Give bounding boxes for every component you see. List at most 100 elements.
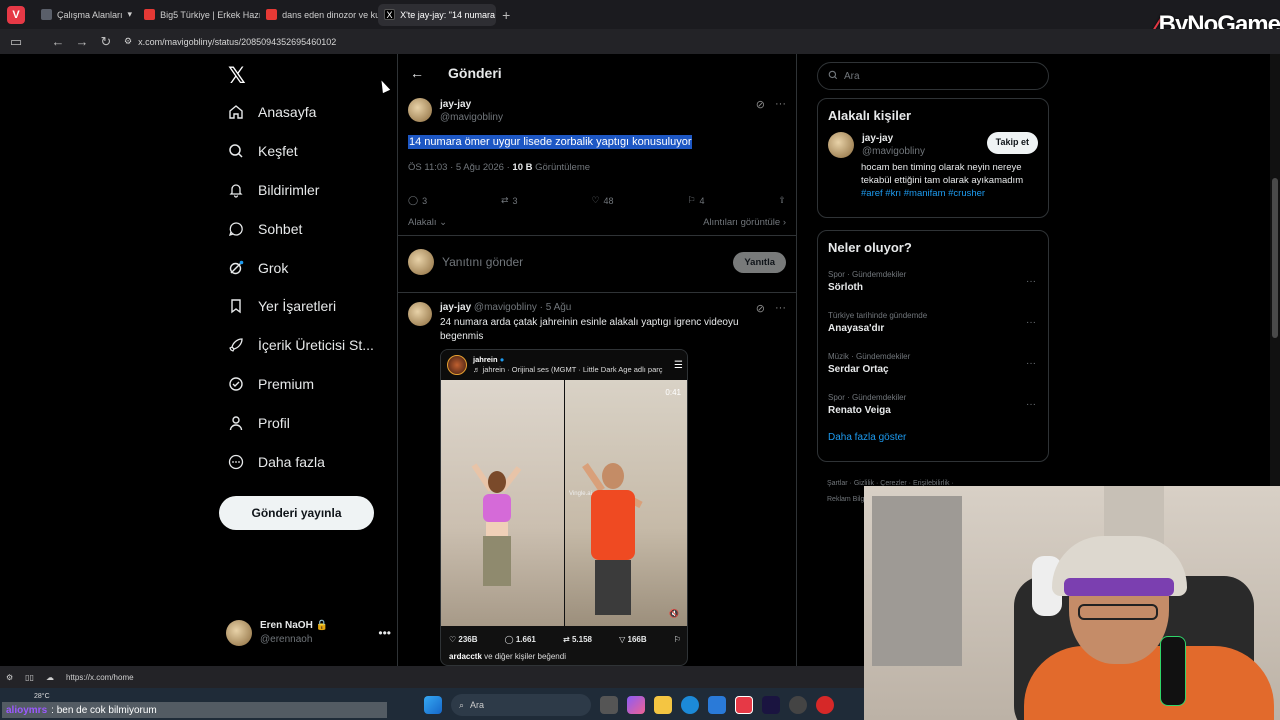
show-more-link[interactable]: Daha fazla göster bbox=[818, 428, 1048, 453]
sidebar-item-chat[interactable]: Sohbet bbox=[228, 221, 302, 237]
sidebar-item-creator-studio[interactable]: İçerik Üreticisi St... bbox=[228, 337, 374, 353]
author-handle[interactable]: @mavigobliny bbox=[440, 111, 503, 124]
video-comment-stat[interactable]: ◯ 1.661 bbox=[505, 635, 536, 644]
reply-submit-button[interactable]: Yanıtla bbox=[733, 251, 786, 273]
chat-icon bbox=[228, 221, 244, 237]
scrollbar-thumb[interactable] bbox=[1272, 178, 1278, 338]
tab-workspaces[interactable]: Çalışma Alanları ▾ bbox=[35, 4, 138, 26]
tab-x-post[interactable]: X X'te jay-jay: "14 numara ör bbox=[378, 3, 497, 26]
reply-button[interactable]: ◯ 3 bbox=[408, 195, 427, 206]
back-arrow-icon[interactable]: ← bbox=[410, 65, 424, 81]
sort-relevant-dropdown[interactable]: Alakalı ⌄ bbox=[408, 217, 447, 228]
reply-input[interactable]: Yanıtını gönder bbox=[442, 255, 523, 269]
copilot-icon[interactable] bbox=[627, 696, 645, 714]
url-field[interactable]: ⚙ x.com/mavigobliny/status/2085094352695… bbox=[124, 36, 336, 47]
cloud-icon[interactable]: ☁ bbox=[46, 673, 54, 682]
app-icon[interactable] bbox=[816, 696, 834, 714]
taskbar-search[interactable]: ⌕ Ara bbox=[451, 694, 591, 716]
tweet-date[interactable]: · 5 Ağu bbox=[540, 302, 572, 313]
view-quotes-link[interactable]: Alıntıları görüntüle › bbox=[703, 217, 786, 228]
sidebar-item-home[interactable]: Anasayfa bbox=[228, 104, 316, 120]
task-view-icon[interactable] bbox=[600, 696, 618, 714]
author-name[interactable]: jay-jay bbox=[440, 302, 471, 313]
menu-icon[interactable]: ☰ bbox=[674, 360, 683, 371]
store-icon[interactable] bbox=[708, 696, 726, 714]
video-liked-by: ardacctk ve diğer kişiler beğendi bbox=[449, 652, 566, 661]
sidebar-item-grok[interactable]: Grok bbox=[228, 260, 288, 276]
obs-icon[interactable] bbox=[789, 696, 807, 714]
related-person[interactable]: jay-jay @mavigobliny Takip et bbox=[818, 132, 1048, 158]
sidebar-item-more[interactable]: Daha fazla bbox=[228, 454, 325, 470]
main-column: ← Gönderi jay-jay @mavigobliny ⊘ ··· 14 … bbox=[397, 54, 797, 666]
edge-icon[interactable] bbox=[681, 696, 699, 714]
forward-icon[interactable]: → bbox=[70, 34, 94, 49]
like-button[interactable]: ♡ 48 bbox=[591, 195, 613, 206]
search-input[interactable]: Ara bbox=[817, 62, 1049, 90]
avatar[interactable] bbox=[408, 302, 432, 326]
premiere-icon[interactable] bbox=[762, 696, 780, 714]
vivaldi-icon[interactable] bbox=[735, 696, 753, 714]
share-button[interactable]: ⇪ bbox=[778, 195, 786, 206]
tweet-timestamp[interactable]: ÖS 11:03 · 5 Ağu 2026 · bbox=[408, 162, 512, 173]
video-share-stat[interactable]: ▽ 166B bbox=[619, 635, 647, 644]
follow-button[interactable]: Takip et bbox=[986, 132, 1038, 154]
trend-item[interactable]: Spor · Gündemdekiler Sörloth ··· bbox=[818, 264, 1048, 305]
file-explorer-icon[interactable] bbox=[654, 696, 672, 714]
mute-icon[interactable]: 🔇 bbox=[669, 609, 679, 618]
embedded-video-card[interactable]: jahrein ● ♬ jahrein · Orijinal ses (MGMT… bbox=[440, 349, 688, 666]
repost-count: 3 bbox=[512, 195, 518, 206]
more-horizontal-icon[interactable]: ··· bbox=[1026, 358, 1036, 369]
quotes-label: Alıntıları görüntüle bbox=[703, 217, 781, 228]
sidebar-item-premium[interactable]: Premium bbox=[228, 376, 314, 392]
sidebar-item-profile[interactable]: Profil bbox=[228, 415, 290, 431]
new-tab-button[interactable]: + bbox=[502, 7, 510, 23]
related-person-names: jay-jay @mavigobliny bbox=[862, 132, 925, 158]
like-count: 48 bbox=[603, 195, 614, 206]
weather-widget[interactable]: 28°C bbox=[34, 693, 50, 700]
chevron-down-icon: ▾ bbox=[127, 9, 133, 19]
post-button[interactable]: Gönderi yayınla bbox=[219, 496, 374, 530]
author-handle[interactable]: @mavigobliny bbox=[474, 302, 537, 313]
bookmark-button[interactable]: ⚐ 4 bbox=[687, 195, 704, 206]
settings-icon[interactable]: ⚙ bbox=[6, 673, 13, 682]
back-icon[interactable]: ← bbox=[46, 34, 70, 49]
more-horizontal-icon[interactable]: ··· bbox=[1026, 317, 1036, 328]
panel-icon[interactable]: ▯▯ bbox=[25, 673, 34, 682]
x-logo-icon[interactable]: 𝕏 bbox=[228, 64, 246, 89]
rocket-icon bbox=[228, 337, 244, 353]
bookmark-icon bbox=[228, 298, 244, 314]
more-horizontal-icon[interactable]: ··· bbox=[775, 302, 786, 326]
site-info-icon[interactable]: ⚙ bbox=[124, 36, 132, 47]
bookmark-icon[interactable]: ⚐ bbox=[674, 635, 681, 644]
more-horizontal-icon[interactable]: ··· bbox=[775, 98, 786, 124]
avatar bbox=[828, 132, 854, 158]
more-horizontal-icon[interactable]: ··· bbox=[1026, 399, 1036, 410]
reload-icon[interactable]: ↻ bbox=[94, 34, 118, 50]
panel-toggle-icon[interactable]: ▭ bbox=[4, 34, 28, 50]
sidebar-item-notifications[interactable]: Bildirimler bbox=[228, 182, 319, 198]
trend-item[interactable]: Türkiye tarihinde gündemde Anayasa'dır ·… bbox=[818, 305, 1048, 346]
bio-hashtags[interactable]: #aref #krı #manifam #crusher bbox=[861, 187, 1038, 200]
more-horizontal-icon[interactable]: ••• bbox=[378, 626, 391, 640]
repost-button[interactable]: ⇄ 3 bbox=[501, 195, 518, 206]
video-repost-stat[interactable]: ⇄ 5.158 bbox=[563, 635, 592, 644]
sidebar-item-bookmarks[interactable]: Yer İşaretleri bbox=[228, 298, 336, 314]
tab-big5[interactable]: Big5 Türkiye | Erkek Hazırlık bbox=[138, 4, 260, 26]
windows-start-icon[interactable] bbox=[424, 696, 442, 714]
video-like-stat[interactable]: ♡ 236B bbox=[449, 635, 478, 644]
grok-icon[interactable]: ⊘ bbox=[756, 98, 765, 124]
tweet-text-selection: 14 numara ömer uygur lisede zorbalik yap… bbox=[408, 135, 693, 149]
vivaldi-menu-icon[interactable]: V bbox=[7, 5, 25, 24]
sidebar-item-explore[interactable]: Keşfet bbox=[228, 143, 298, 159]
trend-item[interactable]: Spor · Gündemdekiler Renato Veiga ··· bbox=[818, 387, 1048, 428]
account-switcher[interactable]: Eren NaOH 🔒 @erennaoh ••• bbox=[226, 619, 391, 647]
video-comments: 1.661 bbox=[515, 634, 536, 644]
video-frame[interactable]: 0:41 Vingle.ai 🔇 bbox=[441, 380, 687, 626]
trend-item[interactable]: Müzik · Gündemdekiler Serdar Ortaç ··· bbox=[818, 346, 1048, 387]
avatar[interactable] bbox=[408, 98, 432, 122]
author-name[interactable]: jay-jay bbox=[440, 98, 503, 111]
more-horizontal-icon[interactable]: ··· bbox=[1026, 276, 1036, 287]
tab-dinozor[interactable]: dans eden dinozor ve kurba bbox=[260, 4, 378, 26]
repost-icon: ⇄ bbox=[500, 195, 509, 205]
stream-chat-message: alioymrs : ben de cok bilmiyorum bbox=[2, 702, 387, 718]
